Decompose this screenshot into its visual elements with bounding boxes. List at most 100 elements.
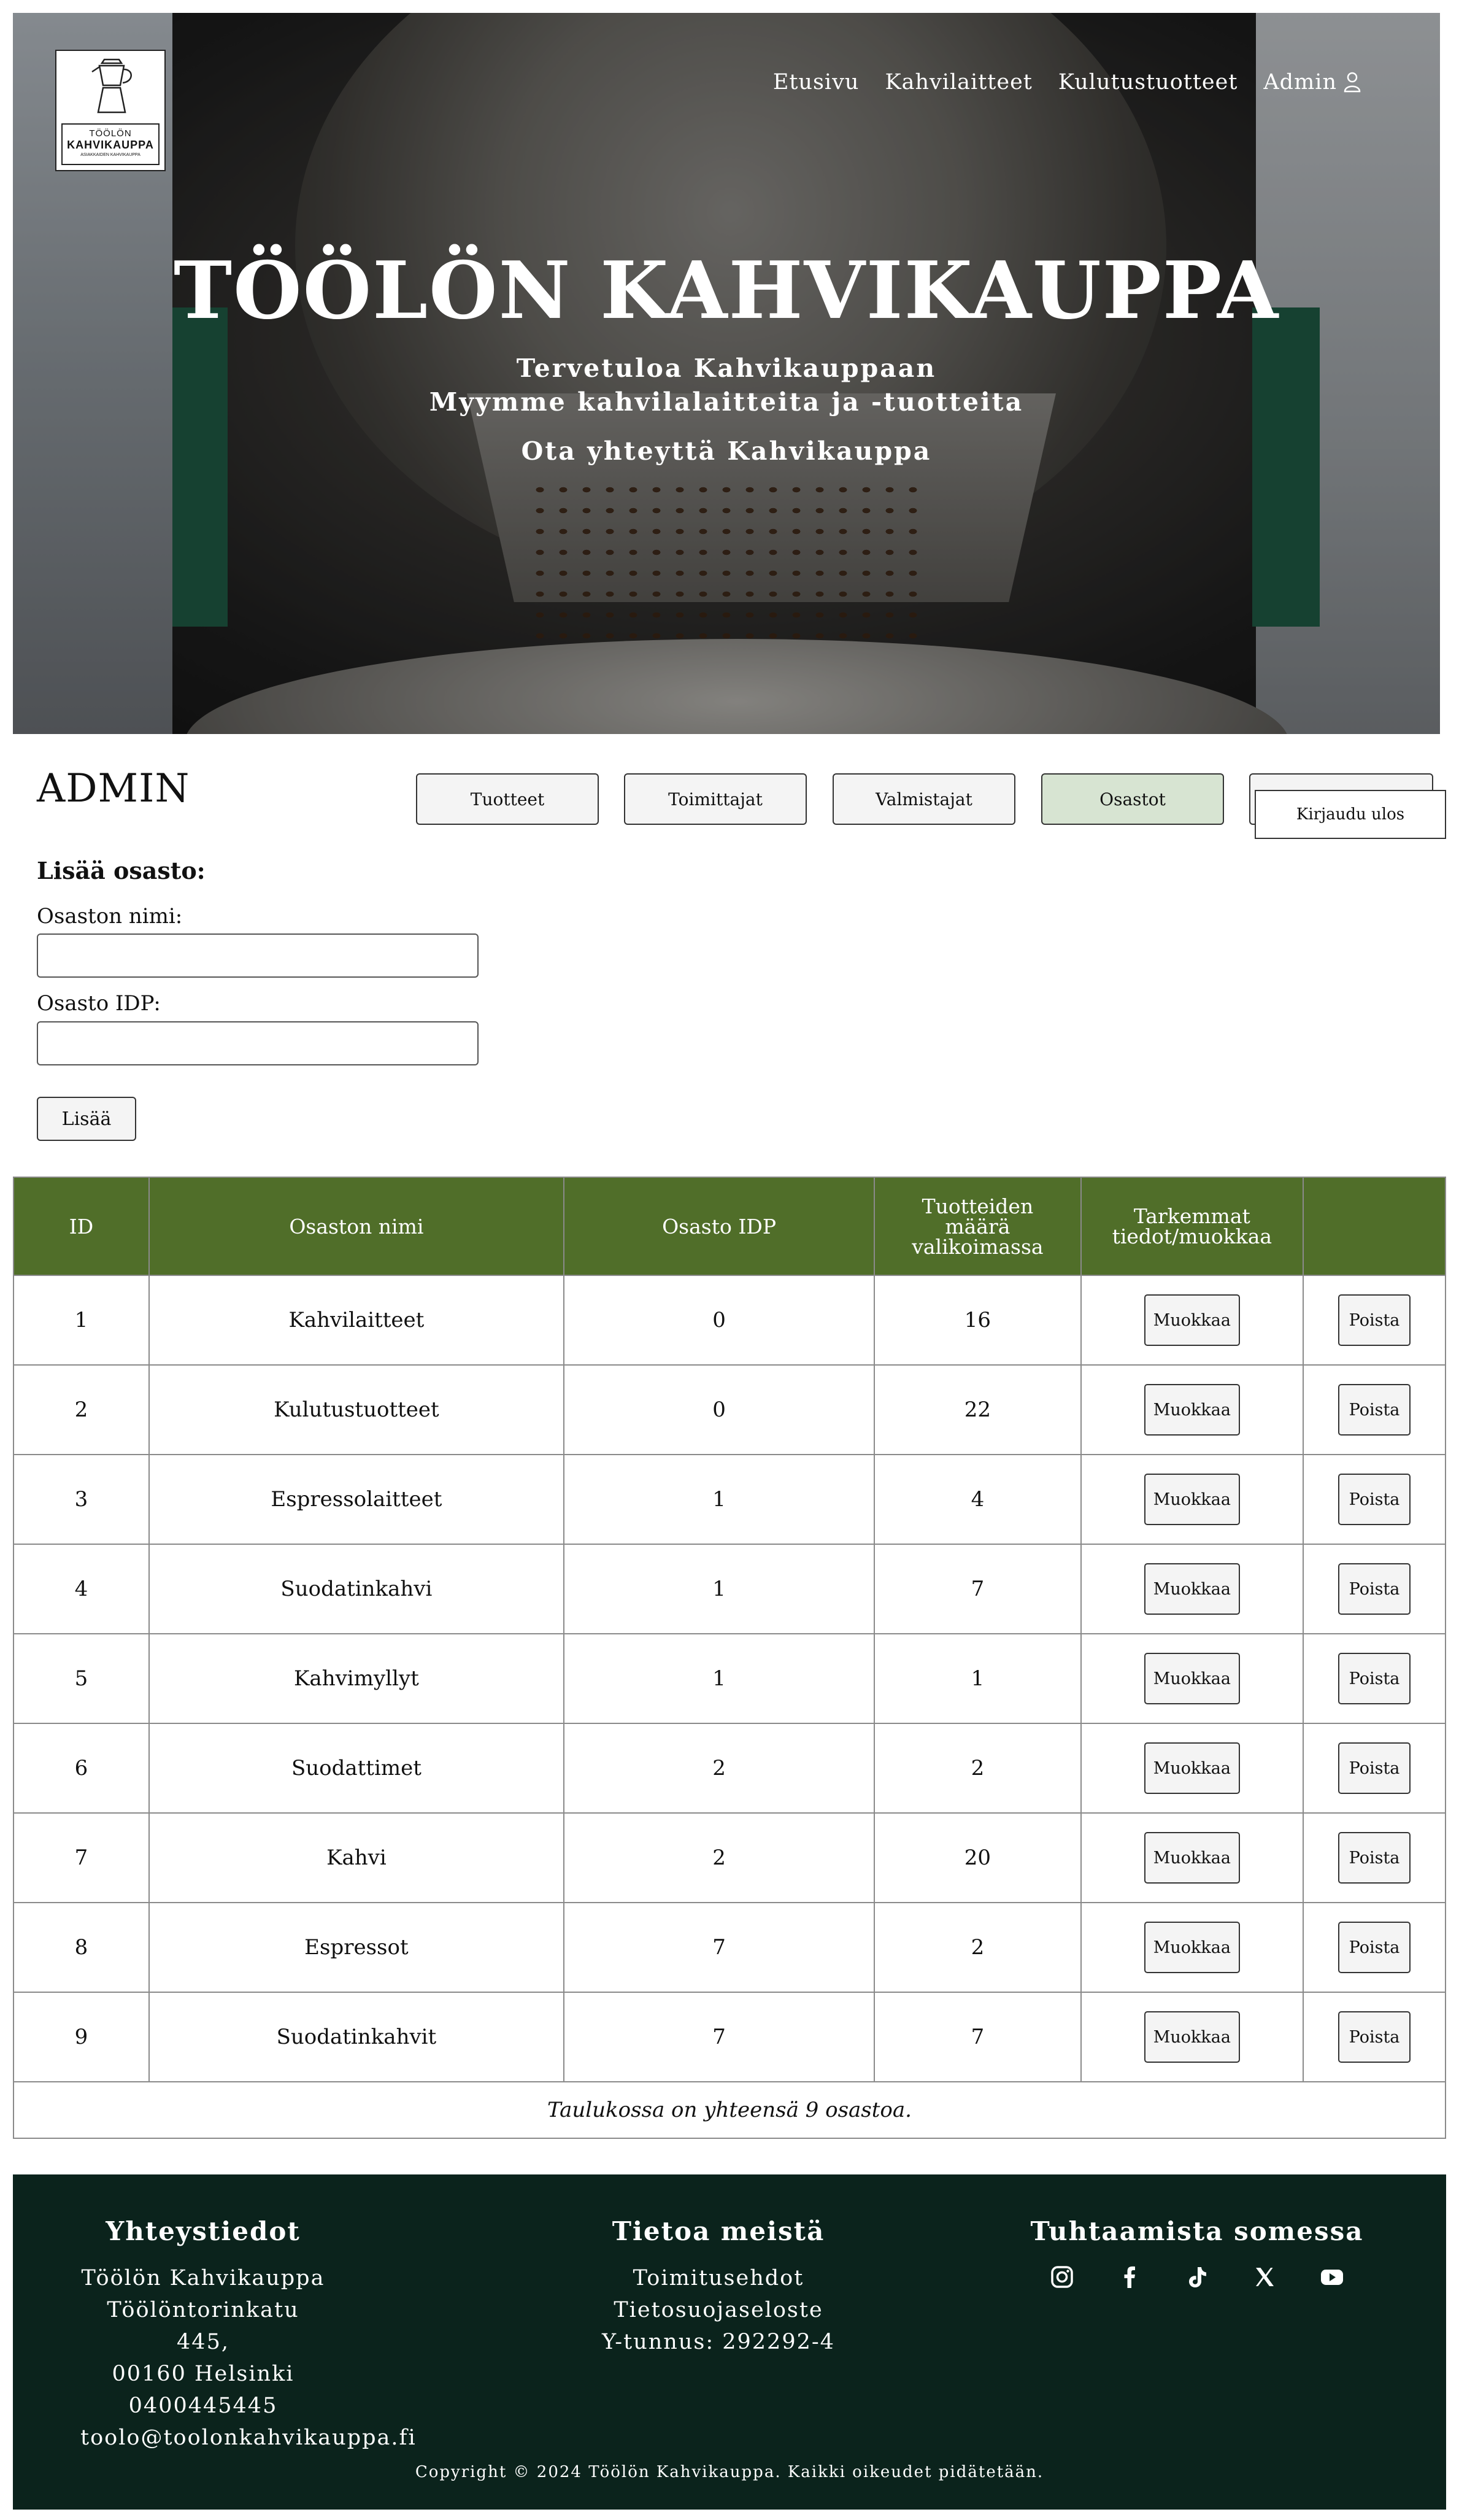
cell-name: Suodatinkahvit [148,1992,564,2082]
footer-contact-email[interactable]: toolo@toolonkahvikauppa.fi [80,2422,415,2454]
col-name: Osaston nimi [148,1177,564,1276]
cell-edit: Muokkaa [1080,1723,1304,1814]
edit-button[interactable]: Muokkaa [1144,1922,1240,1973]
social-icons [1007,2265,1387,2289]
cell-count: 20 [874,1812,1082,1903]
edit-button[interactable]: Muokkaa [1144,1384,1240,1436]
delete-button[interactable]: Poista [1338,1384,1411,1436]
delete-button[interactable]: Poista [1338,1474,1411,1525]
hero-welcome: Tervetuloa Kahvikauppaan [516,354,937,383]
nav-kahvilaitteet[interactable]: Kahvilaitteet [885,70,1032,95]
footer-contact-city: 00160 Helsinki [112,2362,294,2386]
cell-id: 8 [13,1902,150,1993]
cell-name: Kahvimyllyt [148,1633,564,1724]
cell-count: 4 [874,1454,1082,1545]
delete-button[interactable]: Poista [1338,1922,1411,1973]
cell-delete: Poista [1303,1992,1446,2082]
cell-id: 4 [13,1544,150,1634]
departments-table: ID Osaston nimi Osasto IDP Tuotteiden mä… [13,1177,1446,2139]
logout-button[interactable]: Kirjaudu ulos [1255,790,1446,839]
tab-valmistajat[interactable]: Valmistajat [833,773,1015,825]
cell-edit: Muokkaa [1080,1454,1304,1545]
footer-social: Tuhtaamista somessa [1007,2216,1387,2289]
tab-osastot[interactable]: Osastot [1041,773,1224,825]
cell-count: 1 [874,1633,1082,1724]
instagram-icon[interactable] [1050,2265,1074,2289]
col-product-count: Tuotteiden määrä valikoimassa [874,1177,1082,1276]
cell-idp: 2 [563,1723,876,1814]
footer-link-delivery-terms[interactable]: Toimitusehdot [590,2262,847,2294]
edit-button[interactable]: Muokkaa [1144,1294,1240,1346]
delete-button[interactable]: Poista [1338,2011,1411,2063]
hero-banner: TÖÖLÖN KAHVIKAUPPA ASIAKKAIDEN KAHVIKAUP… [13,13,1440,734]
cell-idp: 7 [563,1992,876,2082]
nav-etusivu[interactable]: Etusivu [773,70,860,95]
cell-edit: Muokkaa [1080,1992,1304,2082]
cell-count: 2 [874,1723,1082,1814]
tiktok-icon[interactable] [1185,2265,1209,2289]
footer-link-privacy[interactable]: Tietosuojaseloste [590,2294,847,2326]
hero-contact-cta[interactable]: Ota yhteyttä Kahvikauppa [13,436,1440,466]
tab-tuotteet[interactable]: Tuotteet [416,773,599,825]
edit-button[interactable]: Muokkaa [1144,2011,1240,2063]
department-name-input[interactable] [37,933,479,978]
footer-contact-title: Yhteystiedot [106,2216,301,2246]
delete-button[interactable]: Poista [1338,1832,1411,1884]
cell-delete: Poista [1303,1812,1446,1903]
table-row: 2 Kulutustuotteet 0 22 Muokkaa Poista [13,1364,1446,1455]
cell-name: Kulutustuotteet [148,1364,564,1455]
table-row: 6 Suodattimet 2 2 Muokkaa Poista [13,1723,1446,1814]
cell-count: 16 [874,1275,1082,1366]
delete-button[interactable]: Poista [1338,1653,1411,1704]
site-footer: Yhteystiedot Töölön Kahvikauppa Töölönto… [13,2174,1446,2510]
department-idp-input[interactable] [37,1021,479,1065]
cell-delete: Poista [1303,1364,1446,1455]
cell-idp: 2 [563,1812,876,1903]
footer-business-id: Y-tunnus: 292292-4 [602,2330,835,2354]
cell-name: Espressot [148,1902,564,1993]
footer-contact-phone[interactable]: 0400445445 [80,2390,326,2422]
logo-line1: TÖÖLÖN [89,128,132,139]
table-row: 9 Suodatinkahvit 7 7 Muokkaa Poista [13,1992,1446,2082]
cell-edit: Muokkaa [1080,1633,1304,1724]
edit-button[interactable]: Muokkaa [1144,1474,1240,1525]
youtube-icon[interactable] [1320,2265,1344,2289]
nav-admin-label: Admin [1263,70,1337,95]
cell-delete: Poista [1303,1275,1446,1366]
cell-idp: 0 [563,1364,876,1455]
delete-button[interactable]: Poista [1338,1294,1411,1346]
delete-button[interactable]: Poista [1338,1563,1411,1615]
col-details-edit: Tarkemmat tiedot/muokkaa [1080,1177,1304,1276]
delete-button[interactable]: Poista [1338,1742,1411,1794]
department-name-label: Osaston nimi: [37,904,183,929]
edit-button[interactable]: Muokkaa [1144,1653,1240,1704]
edit-button[interactable]: Muokkaa [1144,1832,1240,1884]
table-row: 7 Kahvi 2 20 Muokkaa Poista [13,1812,1446,1903]
table-row: 5 Kahvimyllyt 1 1 Muokkaa Poista [13,1633,1446,1724]
add-department-button[interactable]: Lisää [37,1097,136,1141]
logo-line2: KAHVIKAUPPA [67,139,154,151]
logo-line3: ASIAKKAIDEN KAHVIKAUPPA [80,153,141,157]
cell-count: 22 [874,1364,1082,1455]
table-row: 4 Suodatinkahvi 1 7 Muokkaa Poista [13,1544,1446,1634]
edit-button[interactable]: Muokkaa [1144,1742,1240,1794]
hero-tagline: Myymme kahvilalaitteita ja -tuotteita [429,387,1024,417]
nav-admin[interactable]: Admin [1263,70,1361,95]
table-row: 8 Espressot 7 2 Muokkaa Poista [13,1902,1446,1993]
nav-kulutustuotteet[interactable]: Kulutustuotteet [1058,70,1238,95]
cell-id: 3 [13,1454,150,1545]
edit-button[interactable]: Muokkaa [1144,1563,1240,1615]
cell-delete: Poista [1303,1633,1446,1724]
table-header-row: ID Osaston nimi Osasto IDP Tuotteiden mä… [13,1177,1446,1276]
cell-idp: 1 [563,1454,876,1545]
cell-id: 1 [13,1275,150,1366]
cell-id: 7 [13,1812,150,1903]
tab-toimittajat[interactable]: Toimittajat [624,773,807,825]
facebook-icon[interactable] [1117,2265,1142,2289]
footer-contact-company: Töölön Kahvikauppa [81,2266,325,2290]
x-icon[interactable] [1252,2265,1277,2289]
cell-count: 7 [874,1992,1082,2082]
footer-contact-street: Töölöntorinkatu 445, [107,2298,299,2354]
cell-name: Suodatinkahvi [148,1544,564,1634]
site-logo[interactable]: TÖÖLÖN KAHVIKAUPPA ASIAKKAIDEN KAHVIKAUP… [55,50,166,171]
